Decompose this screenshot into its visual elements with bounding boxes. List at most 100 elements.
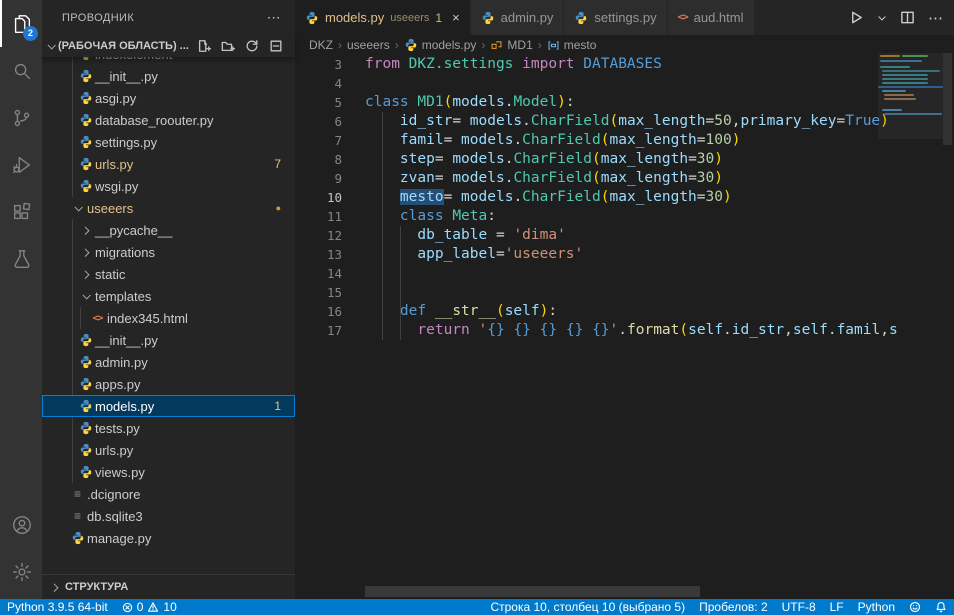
- settings-gear-icon[interactable]: [0, 548, 42, 595]
- code-line[interactable]: 15: [295, 283, 954, 302]
- minimap-line: [882, 70, 940, 72]
- breadcrumb-item-models-py[interactable]: models.py: [404, 38, 477, 52]
- code-line[interactable]: 17 return '{} {} {} {} {}'.format(self.i…: [295, 321, 954, 340]
- chevron-down-icon: [76, 293, 95, 299]
- run-icon[interactable]: [849, 10, 864, 25]
- line-number: 17: [295, 321, 342, 340]
- code-line[interactable]: 3from DKZ.settings import DATABASES: [295, 55, 954, 74]
- py-icon: [76, 399, 95, 413]
- ellipsis-icon[interactable]: ⋯: [928, 9, 944, 27]
- workspace-section-header[interactable]: (РАБОЧАЯ ОБЛАСТЬ) ...: [42, 35, 295, 57]
- tab-models-py[interactable]: models.pyuseeers1×: [295, 0, 471, 35]
- file-admin-py[interactable]: admin.py: [42, 351, 295, 373]
- minimap[interactable]: [878, 53, 943, 139]
- file-asgi-py[interactable]: asgi.py: [42, 87, 295, 109]
- chevron-down-icon[interactable]: [877, 13, 887, 23]
- code-line[interactable]: 9 zvan= models.CharField(max_length=30): [295, 169, 954, 188]
- file-useeers[interactable]: useeers●: [42, 197, 295, 219]
- code-line[interactable]: 6 id_str= models.CharField(max_length=50…: [295, 112, 954, 131]
- collapse-all-icon[interactable]: [269, 39, 283, 53]
- file-index345-html[interactable]: <>index345.html: [42, 307, 295, 329]
- list-icon: ≡: [68, 487, 87, 501]
- code-line[interactable]: 8 step= models.CharField(max_length=30): [295, 150, 954, 169]
- vertical-scrollbar[interactable]: [943, 53, 952, 145]
- account-icon[interactable]: [0, 501, 42, 548]
- bell-button[interactable]: [928, 599, 954, 615]
- file-pycache[interactable]: __pycache__: [42, 219, 295, 241]
- code-line[interactable]: 11 class Meta:: [295, 207, 954, 226]
- code-line-content: db_table = 'dima': [365, 226, 566, 245]
- new-file-icon[interactable]: [197, 39, 211, 53]
- py-icon: [305, 11, 319, 25]
- breadcrumb-item-dkz[interactable]: DKZ: [309, 38, 333, 52]
- search-icon[interactable]: [0, 47, 42, 94]
- file-label: urls.py: [95, 157, 133, 172]
- file-label: models.py: [95, 399, 154, 414]
- run-debug-icon[interactable]: [0, 141, 42, 188]
- files-icon[interactable]: 2: [0, 0, 42, 47]
- split-editor-icon[interactable]: [900, 10, 915, 25]
- file-init-py[interactable]: __init__.py: [42, 329, 295, 351]
- file-wsgi-py[interactable]: wsgi.py: [42, 175, 295, 197]
- more-actions-icon[interactable]: ⋯: [267, 9, 281, 26]
- status-problems[interactable]: 010: [115, 599, 184, 615]
- code-line[interactable]: 13 app_label='useeers': [295, 245, 954, 264]
- class-icon: [490, 39, 503, 52]
- status-python-version[interactable]: Python 3.9.5 64-bit: [0, 599, 115, 615]
- testing-icon[interactable]: [0, 235, 42, 282]
- status-eol[interactable]: LF: [823, 599, 851, 615]
- problems-badge: 7: [274, 157, 295, 171]
- status-encoding[interactable]: UTF-8: [775, 599, 823, 615]
- breadcrumb-item-mesto[interactable]: mesto: [547, 38, 597, 52]
- code-line-content: class Meta:: [365, 207, 496, 226]
- file-apps-py[interactable]: apps.py: [42, 373, 295, 395]
- py-icon: [574, 11, 588, 25]
- breadcrumb-separator-icon: ›: [538, 38, 542, 52]
- refresh-icon[interactable]: [245, 39, 259, 53]
- minimap-line: [880, 55, 900, 57]
- minimap-line: [880, 66, 910, 68]
- file-tests-py[interactable]: tests.py: [42, 417, 295, 439]
- extensions-icon[interactable]: [0, 188, 42, 235]
- breadcrumb-item-md1[interactable]: MD1: [490, 38, 532, 52]
- source-control-icon[interactable]: [0, 94, 42, 141]
- file-db-sqlite3[interactable]: ≡db.sqlite3: [42, 505, 295, 527]
- code-line[interactable]: 10 mesto= models.CharField(max_length=30…: [295, 188, 954, 207]
- code-line[interactable]: 12 db_table = 'dima': [295, 226, 954, 245]
- tab-admin-py[interactable]: admin.py: [471, 0, 565, 35]
- file-manage-py[interactable]: manage.py: [42, 527, 295, 549]
- file-urls-py[interactable]: urls.py: [42, 439, 295, 461]
- feedback-button[interactable]: [902, 599, 928, 615]
- file-models-py[interactable]: models.py1: [42, 395, 295, 417]
- breadcrumb-item-useeers[interactable]: useeers: [347, 38, 390, 52]
- file-init-py[interactable]: __init__.py: [42, 65, 295, 87]
- code-line[interactable]: 5class MD1(models.Model):: [295, 93, 954, 112]
- status-language-mode[interactable]: Python: [851, 599, 902, 615]
- file-views-py[interactable]: views.py: [42, 461, 295, 483]
- tab-settings-py[interactable]: settings.py: [564, 0, 667, 35]
- tab-aud-html[interactable]: <>aud.html: [668, 0, 755, 35]
- line-number: 7: [295, 131, 342, 150]
- file-database-roouter-py[interactable]: database_roouter.py: [42, 109, 295, 131]
- new-folder-icon[interactable]: [221, 39, 235, 53]
- file-migrations[interactable]: migrations: [42, 241, 295, 263]
- code-line[interactable]: 16 def __str__(self):: [295, 302, 954, 321]
- code-line[interactable]: 7 famil= models.CharField(max_length=100…: [295, 131, 954, 150]
- indent-guide: [400, 226, 401, 340]
- file-settings-py[interactable]: settings.py: [42, 131, 295, 153]
- code-editor[interactable]: 3from DKZ.settings import DATABASES45cla…: [295, 55, 954, 340]
- status-cursor-position[interactable]: Строка 10, столбец 10 (выбрано 5): [483, 599, 692, 615]
- horizontal-scrollbar[interactable]: [365, 586, 700, 597]
- file-indexelement[interactable]: indexelement: [42, 57, 295, 65]
- code-line[interactable]: 4: [295, 74, 954, 93]
- status-indentation[interactable]: Пробелов: 2: [692, 599, 775, 615]
- outline-section-header[interactable]: СТРУКТУРА: [42, 574, 295, 599]
- close-icon[interactable]: ×: [452, 10, 460, 25]
- file-dcignore[interactable]: ≡.dcignore: [42, 483, 295, 505]
- code-line[interactable]: 14: [295, 264, 954, 283]
- file-urls-py[interactable]: urls.py 7: [42, 153, 295, 175]
- file-templates[interactable]: templates: [42, 285, 295, 307]
- file-static[interactable]: static: [42, 263, 295, 285]
- minimap-line: [884, 98, 916, 100]
- file-label: __init__.py: [95, 69, 158, 84]
